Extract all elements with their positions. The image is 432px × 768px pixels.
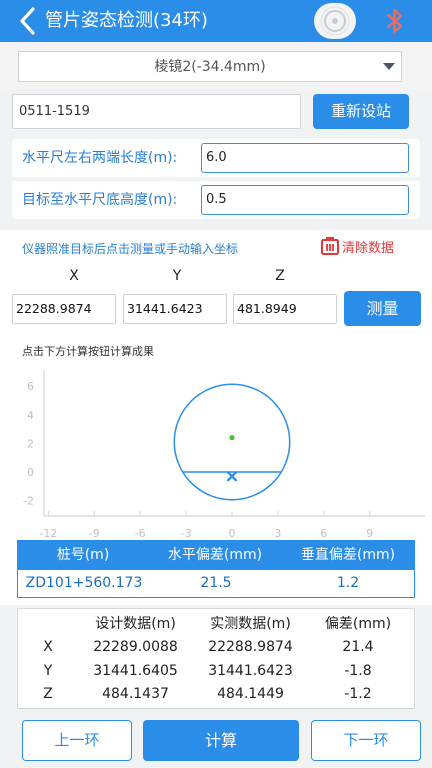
cmp-row-diff: 21.4: [342, 639, 374, 655]
cmp-row-axis: X: [43, 639, 53, 655]
cmp-row-design: 31441.6405: [93, 663, 178, 679]
x-tick-label: -6: [135, 527, 146, 540]
x-tick-label: 0: [229, 527, 236, 540]
prism-select-value: 棱镜2(-34.4mm): [154, 59, 266, 75]
caret-down-icon: [383, 63, 395, 70]
cmp-row-design: 484.1437: [102, 686, 169, 702]
x-coord-input[interactable]: 22288.9874: [12, 294, 116, 324]
x-header: X: [69, 268, 79, 284]
cmp-row-measured: 484.1449: [217, 686, 284, 702]
x-tick-label: 9: [366, 527, 373, 540]
page-title: 管片姿态检测(34环): [45, 10, 208, 31]
prism-select[interactable]: 棱镜2(-34.4mm): [18, 51, 402, 82]
measure-button[interactable]: 测量: [344, 291, 421, 326]
next-ring-button[interactable]: 下一环: [311, 720, 421, 761]
result-row: ZD101+560.173 21.5 1.2: [17, 570, 415, 598]
cmp-row-axis: Y: [43, 663, 53, 679]
ruler-length-label: 水平尺左右两端长度(m):: [22, 150, 178, 166]
clear-data-label: 清除数据: [342, 241, 395, 256]
z-coord-input[interactable]: 481.8949: [233, 294, 337, 324]
clear-data-button[interactable]: 清除数据: [320, 236, 410, 256]
design-center-point: [229, 435, 235, 441]
cmp-row-axis: Z: [43, 686, 53, 702]
chevron-left-icon[interactable]: [16, 6, 42, 36]
x-tick-label: 3: [274, 527, 281, 540]
clear-icon: [321, 237, 339, 255]
ruler-length-row: 水平尺左右两端长度(m): 6.0: [12, 139, 420, 177]
result-header: 桩号(m) 水平偏差(mm) 垂直偏差(mm): [17, 540, 415, 570]
ruler-length-input[interactable]: 6.0: [201, 143, 409, 173]
result-header-station: 桩号(m): [56, 547, 110, 563]
reset-station-button[interactable]: 重新设站: [313, 94, 409, 129]
y-tick-label: 2: [27, 437, 34, 450]
result-vertical: 1.2: [336, 575, 360, 591]
cmp-row-measured: 31441.6423: [208, 663, 293, 679]
y-tick-label: -2: [23, 495, 34, 508]
cmp-header-diff: 偏差(mm): [324, 616, 392, 632]
cmp-row-diff: -1.8: [344, 663, 372, 679]
x-tick-label: -9: [89, 527, 100, 540]
cmp-row-measured: 22288.9874: [208, 639, 293, 655]
result-station: ZD101+560.173: [25, 575, 143, 591]
x-tick-label: -12: [39, 527, 57, 540]
y-tick-label: 0: [27, 466, 34, 479]
ring-circle: [173, 383, 291, 501]
y-header: Y: [172, 268, 182, 284]
comparison-table: 设计数据(m) 实测数据(m) 偏差(mm) X 22289.0088 2228…: [17, 608, 415, 709]
target-height-label: 目标至水平尺底高度(m):: [22, 192, 178, 208]
result-horizontal: 21.5: [200, 575, 232, 591]
y-tick-label: 6: [27, 380, 34, 393]
result-header-horizontal: 水平偏差(mm): [167, 547, 263, 563]
y-coord-input[interactable]: 31441.6423: [123, 294, 227, 324]
x-tick-label: 6: [320, 527, 327, 540]
cmp-header-measured: 实测数据(m): [210, 616, 291, 632]
z-header: Z: [275, 268, 285, 284]
y-tick-label: 4: [27, 409, 34, 422]
title-bar: 管片姿态检测(34环): [0, 0, 432, 42]
measured-point-marker: [226, 471, 238, 482]
prev-ring-button[interactable]: 上一环: [22, 720, 132, 761]
cmp-header-design: 设计数据(m): [95, 616, 176, 632]
deviation-plot: 6 4 2 0 -2 -12 -9 -6 -3 0 3 6 9: [23, 370, 425, 540]
cmp-row-design: 22289.0088: [93, 639, 178, 655]
station-input[interactable]: 0511-1519: [12, 94, 301, 129]
graph-hint: 点击下方计算按钮计算成果: [22, 345, 154, 358]
x-tick-label: -3: [181, 527, 192, 540]
calculate-button[interactable]: 计算: [143, 720, 299, 761]
measure-hint: 仪器照准目标后点击测量或手动输入坐标: [22, 242, 239, 256]
cmp-row-diff: -1.2: [344, 686, 372, 702]
bluetooth-icon[interactable]: [385, 8, 405, 34]
target-height-input[interactable]: 0.5: [201, 185, 409, 215]
disc-icon[interactable]: [314, 3, 356, 39]
result-header-vertical: 垂直偏差(mm): [300, 547, 396, 563]
target-height-row: 目标至水平尺底高度(m): 0.5: [12, 181, 420, 219]
